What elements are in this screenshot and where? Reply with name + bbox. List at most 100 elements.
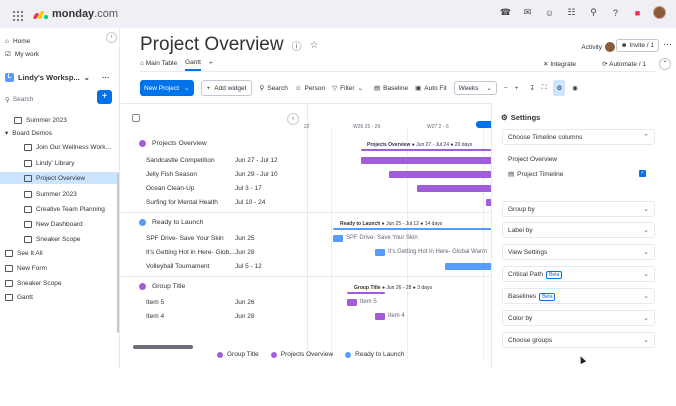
- item-name[interactable]: Item 5: [146, 299, 164, 306]
- gantt-bar[interactable]: [361, 157, 492, 164]
- page-title[interactable]: Project Overview: [140, 34, 284, 56]
- board-more-button[interactable]: ···: [663, 39, 672, 49]
- gantt-bar[interactable]: [389, 171, 492, 178]
- gantt-bar[interactable]: [347, 299, 357, 306]
- timeline-checkbox[interactable]: ✓: [639, 170, 646, 177]
- color-by-dropdown[interactable]: Color by ⌄: [502, 310, 655, 326]
- filter-button[interactable]: ▽ Filter ⌄: [332, 80, 363, 96]
- inbox-icon[interactable]: ✉: [521, 7, 534, 18]
- zoom-out-button[interactable]: −: [504, 80, 508, 96]
- sidebar-home[interactable]: ⌂ Home: [0, 35, 118, 47]
- group-header-projects-overview[interactable]: Projects Overview: [139, 140, 207, 147]
- timescale-select[interactable]: Weeks ⌄: [453, 81, 497, 95]
- app-grid-icon[interactable]: [13, 11, 23, 21]
- item-name[interactable]: Volleyball Tournament: [146, 263, 209, 270]
- gantt-bar[interactable]: [333, 235, 343, 242]
- group-summary-bar: [361, 149, 492, 151]
- choose-timeline-columns[interactable]: Choose Timeline columns ⌃: [502, 129, 655, 145]
- sidebar-item-wellness[interactable]: Join Our Wellness Work...: [0, 141, 118, 153]
- sidebar-folder-board-demos[interactable]: ▾ Board Demos: [0, 127, 118, 139]
- apps-logo-icon[interactable]: ■: [631, 8, 644, 18]
- sidebar-item-summer-2023-doc[interactable]: Summer 2023: [0, 188, 118, 200]
- item-name[interactable]: It's Getting Hot in Here- Glob...: [146, 249, 235, 256]
- more-icon[interactable]: ···: [102, 73, 110, 82]
- sidebar-item-creative-team[interactable]: Creative Team Planning: [0, 203, 118, 215]
- item-name[interactable]: Surfing for Mental Health: [146, 199, 218, 206]
- sidebar-item-project-overview[interactable]: Project Overview: [0, 172, 119, 184]
- sidebar-item-sneaker-scope-2[interactable]: Sneaker Scope: [0, 277, 118, 289]
- add-item-button[interactable]: +: [97, 90, 112, 104]
- new-project-button[interactable]: New Project ⌄: [140, 80, 194, 96]
- group-header-ready-to-launch[interactable]: Ready to Launch: [139, 219, 203, 226]
- automate-button[interactable]: ⟳ Automate / 1: [602, 60, 646, 68]
- chevron-down-icon: ⌄: [643, 227, 649, 234]
- gantt-bar[interactable]: [417, 185, 492, 192]
- user-avatar[interactable]: [653, 6, 666, 19]
- gantt-bar[interactable]: [375, 249, 385, 256]
- chevron-down-icon[interactable]: ⌄: [184, 84, 189, 92]
- tab-gantt[interactable]: Gantt: [185, 59, 201, 71]
- fullscreen-icon[interactable]: ⛶: [542, 80, 547, 96]
- widget-chat-icon[interactable]: ◉: [572, 80, 578, 96]
- group-header-group-title[interactable]: Group Title: [139, 283, 185, 290]
- label-by-dropdown[interactable]: Label by ⌄: [502, 222, 655, 238]
- horizontal-scrollbar[interactable]: [133, 345, 193, 349]
- item-name[interactable]: Item 4: [146, 313, 164, 320]
- view-settings-dropdown[interactable]: View Settings ⌄: [502, 244, 655, 260]
- invite-members-icon[interactable]: ☺: [543, 8, 556, 18]
- sidebar-item-new-form[interactable]: New Form: [0, 262, 118, 274]
- gantt-bar[interactable]: [445, 263, 492, 270]
- sidebar-item-library[interactable]: Lindy' Library: [0, 157, 118, 169]
- sidebar-item-new-dashboard[interactable]: New Dashboard: [0, 218, 118, 230]
- auto-fit-button[interactable]: ▣ Auto Fit: [415, 80, 447, 96]
- sidebar-item-label: New Dashboard: [36, 220, 83, 228]
- gantt-bar[interactable]: [375, 313, 385, 320]
- item-name[interactable]: Sandcastle Competition: [146, 157, 215, 164]
- star-icon[interactable]: ☆: [310, 40, 319, 51]
- tab-main-table[interactable]: ⌂ Main Table: [140, 60, 177, 70]
- item-name[interactable]: Jelly Fish Season: [146, 171, 197, 178]
- scroll-left-button[interactable]: ‹: [287, 113, 299, 125]
- baseline-button[interactable]: ▤ Baseline: [374, 80, 408, 96]
- item-date: Jul 3 - 17: [235, 185, 262, 192]
- activity-button[interactable]: Activity: [581, 42, 615, 52]
- view-tabs: ⌂ Main Table Gantt +: [140, 59, 213, 71]
- collapse-header-button[interactable]: ⌃: [659, 58, 671, 70]
- integrate-button[interactable]: ✕ Integrate: [543, 60, 576, 68]
- left-sidebar: ‹ ⌂ Home ☑ My work L Lindy's Worksp... ⌄…: [0, 28, 120, 368]
- search-icon[interactable]: ⚲: [587, 7, 600, 18]
- group-by-dropdown[interactable]: Group by ⌄: [502, 201, 655, 217]
- add-widget-button[interactable]: + Add widget: [200, 80, 253, 96]
- sidebar-item-sneaker-scope[interactable]: Sneaker Scope: [0, 233, 118, 245]
- critical-path-dropdown[interactable]: Critical Path Beta ⌄: [502, 266, 655, 282]
- sidebar-search-input[interactable]: ⚲ Search: [5, 94, 93, 105]
- export-icon[interactable]: ↧: [529, 80, 534, 96]
- sidebar-item-summer-2023[interactable]: Summer 2023: [0, 114, 118, 126]
- sidebar-item-see-it-all[interactable]: See It All: [0, 247, 118, 259]
- search-button[interactable]: ⚲ Search: [259, 80, 287, 96]
- monday-logo[interactable]: monday.com: [32, 8, 118, 20]
- item-name[interactable]: Ocean Clean-Up: [146, 185, 194, 192]
- apps-icon[interactable]: ☷: [565, 7, 578, 18]
- invite-button[interactable]: ☻ Invite / 1: [615, 39, 659, 52]
- info-icon[interactable]: ⓘ: [292, 38, 302, 53]
- new-project-label: New Project: [144, 84, 180, 92]
- sidebar-my-work[interactable]: ☑ My work: [0, 48, 118, 60]
- baselines-dropdown[interactable]: Baselines Beta ⌄: [502, 288, 655, 304]
- sidebar-item-gantt[interactable]: Gantt: [0, 291, 118, 303]
- choose-groups-dropdown[interactable]: Choose groups ⌄: [502, 332, 655, 348]
- help-icon[interactable]: ?: [609, 8, 622, 18]
- group-name: Projects Overview: [152, 140, 207, 147]
- workspace-selector[interactable]: L Lindy's Worksp... ⌄ ···: [5, 73, 109, 82]
- item-name[interactable]: SPF Drive- Save Your Skin: [146, 235, 224, 242]
- week-label: W27 2 - 6: [427, 124, 449, 130]
- add-view-button[interactable]: +: [209, 60, 213, 70]
- collapse-all-icon[interactable]: [132, 114, 140, 122]
- bell-icon[interactable]: ☎: [499, 7, 512, 18]
- zoom-in-button[interactable]: +: [515, 80, 519, 96]
- timeline-column-item[interactable]: ▤ Project Timeline: [508, 170, 563, 179]
- settings-icon[interactable]: ⚙: [553, 80, 566, 96]
- person-filter-button[interactable]: ☺ Person: [295, 80, 325, 96]
- sidebar-scrollbar[interactable]: [117, 173, 119, 333]
- bar-label: SPF Drive- Save Your Skin: [346, 235, 418, 241]
